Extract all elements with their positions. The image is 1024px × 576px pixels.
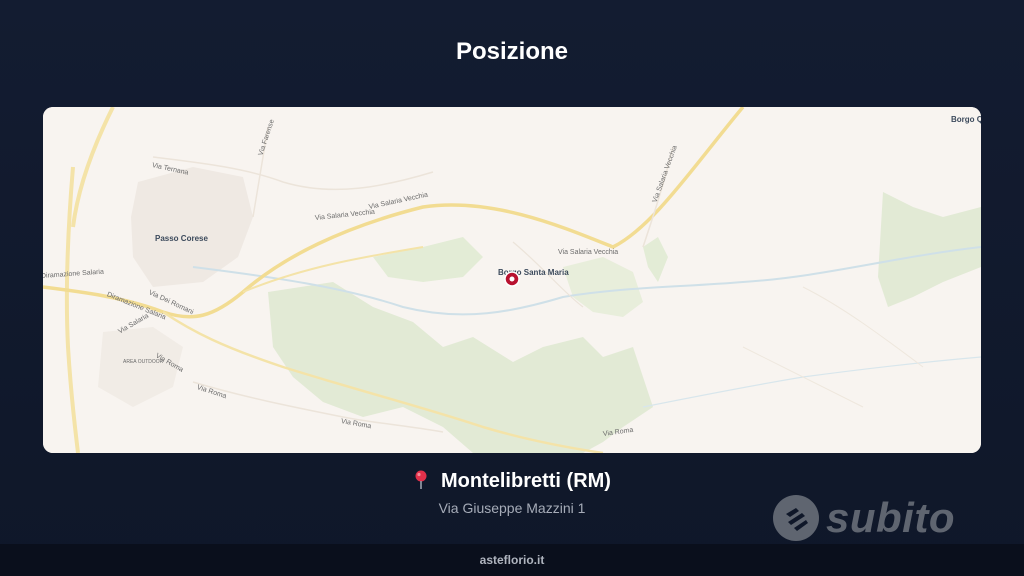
- location-marker-icon[interactable]: [504, 271, 520, 287]
- subito-logo-text: subito: [826, 494, 955, 541]
- location-city: Montelibretti (RM): [441, 470, 611, 492]
- subito-logo-icon: [773, 495, 819, 541]
- map-pin-icon: [415, 470, 427, 489]
- map-label-via-salaria-vecchia: Via Salaria Vecchia: [558, 249, 619, 256]
- footer-site[interactable]: asteflorio.it: [0, 553, 1024, 567]
- map-label-borgo-q: Borgo Q: [951, 115, 981, 124]
- map-label-area-outdoor: AREA OUTDOOR: [123, 359, 164, 365]
- footer: asteflorio.it: [0, 544, 1024, 576]
- subito-logo: subito: [772, 490, 972, 546]
- map[interactable]: Passo Corese Borgo Santa Maria Borgo Q V…: [43, 107, 981, 453]
- page-title: Posizione: [455, 38, 569, 65]
- map-label-passo-corese: Passo Corese: [155, 234, 208, 243]
